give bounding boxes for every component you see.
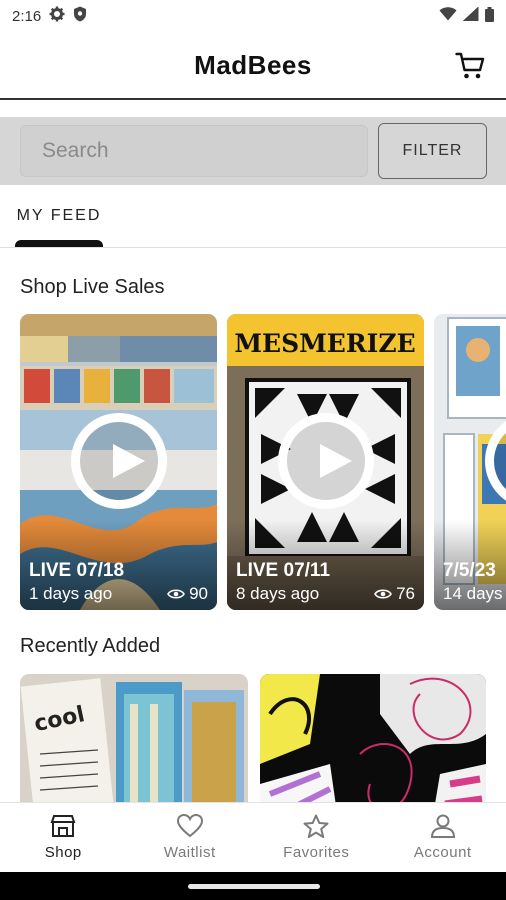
nav-item-shop[interactable]: Shop bbox=[0, 803, 127, 872]
signal-icon bbox=[462, 6, 479, 25]
nav-item-account[interactable]: Account bbox=[380, 803, 506, 872]
nav-label: Favorites bbox=[283, 844, 350, 861]
search-input[interactable] bbox=[20, 125, 368, 177]
product-card[interactable]: cool bbox=[20, 674, 248, 802]
live-sale-card[interactable]: 7/5/23 14 days bbox=[434, 314, 506, 610]
battery-icon bbox=[485, 6, 494, 26]
wifi-icon bbox=[439, 7, 457, 25]
section-title-live-sales: Shop Live Sales bbox=[20, 276, 165, 298]
live-ago: 14 days bbox=[443, 584, 503, 603]
live-date: LIVE 07/18 bbox=[29, 560, 125, 581]
search-bar: FILTER bbox=[0, 117, 506, 185]
view-count: 76 bbox=[374, 584, 415, 604]
tab-my-feed[interactable]: MY FEED bbox=[15, 185, 103, 247]
feed-tabs: MY FEED bbox=[0, 185, 506, 248]
view-count-value: 76 bbox=[396, 584, 415, 603]
nav-label: Waitlist bbox=[163, 844, 216, 861]
mesmerize-art-text: MESMERIZE bbox=[234, 329, 415, 358]
live-date: LIVE 07/11 bbox=[236, 560, 331, 581]
live-sale-card[interactable]: LIVE 07/18 1 days ago 90 bbox=[20, 314, 217, 610]
home-gesture-handle[interactable] bbox=[188, 884, 320, 889]
nav-item-waitlist[interactable]: Waitlist bbox=[127, 803, 254, 872]
nav-item-favorites[interactable]: Favorites bbox=[253, 803, 380, 872]
shop-icon bbox=[50, 815, 76, 837]
recently-added-carousel[interactable]: cool bbox=[20, 674, 506, 802]
gear-icon bbox=[49, 6, 65, 26]
heart-icon bbox=[176, 814, 203, 838]
view-count-value: 90 bbox=[189, 584, 208, 603]
cart-icon bbox=[455, 52, 485, 79]
tab-indicator bbox=[15, 240, 103, 247]
section-title-recently-added: Recently Added bbox=[20, 635, 161, 657]
filter-button[interactable]: FILTER bbox=[378, 123, 487, 179]
shield-icon bbox=[73, 6, 87, 26]
gesture-bar bbox=[0, 872, 506, 900]
app-header: MadBees bbox=[0, 32, 506, 100]
eye-icon bbox=[374, 589, 393, 599]
bottom-nav: Shop Waitlist Favorites Account bbox=[0, 802, 506, 872]
product-card[interactable] bbox=[260, 674, 486, 802]
star-icon bbox=[303, 814, 329, 838]
live-ago: 8 days ago bbox=[236, 584, 320, 603]
cart-button[interactable] bbox=[454, 50, 486, 82]
play-icon[interactable] bbox=[70, 413, 167, 509]
app-title: MadBees bbox=[194, 49, 312, 80]
status-bar: 2:16 bbox=[0, 0, 506, 32]
black-fabric-image bbox=[260, 674, 486, 802]
eye-icon bbox=[167, 589, 186, 599]
play-icon[interactable] bbox=[277, 413, 374, 509]
live-sales-carousel[interactable]: LIVE 07/18 1 days ago 90 MESMERIZE LIVE … bbox=[20, 314, 506, 610]
fabric-bundle-image: cool bbox=[20, 674, 248, 802]
live-ago: 1 days ago bbox=[29, 584, 113, 603]
account-icon bbox=[430, 814, 455, 838]
live-date: 7/5/23 bbox=[443, 560, 496, 581]
view-count: 90 bbox=[167, 584, 208, 604]
live-sale-card[interactable]: MESMERIZE LIVE 07/11 8 days ago 76 bbox=[227, 314, 424, 610]
status-time: 2:16 bbox=[12, 7, 42, 25]
nav-label: Account bbox=[413, 844, 472, 861]
nav-label: Shop bbox=[44, 844, 82, 861]
